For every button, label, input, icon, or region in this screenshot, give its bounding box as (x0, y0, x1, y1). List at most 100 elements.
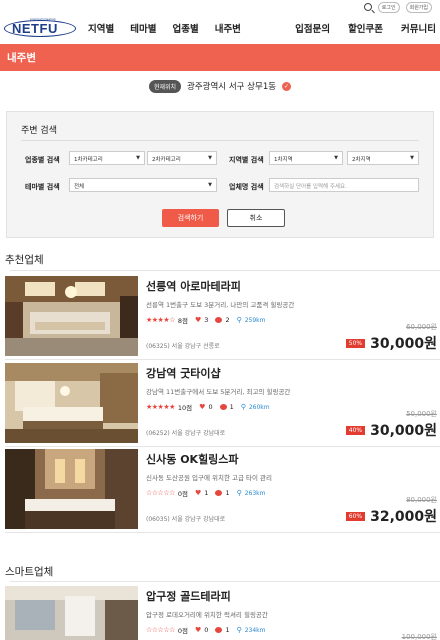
theme-value: 전체 (74, 184, 85, 190)
original-price: 100,000원 (401, 633, 437, 640)
nav-item-coupon[interactable]: 할인쿠폰 (348, 21, 383, 35)
chevron-down-icon: ▼ (208, 155, 212, 161)
comments-count: 2 (225, 316, 230, 324)
sale-price: 32,000원 (370, 509, 437, 525)
region-1-select[interactable]: 1차지역 ▼ (269, 151, 343, 165)
listing-name[interactable]: 신사동 OK힐링스파 (146, 451, 440, 467)
chevron-down-icon: ▼ (334, 155, 338, 161)
section-title: 스마트업체 (5, 566, 54, 578)
listing-info: 선릉역 아로마테라피 선릉역 1번출구 도보 3분거리, 나만의 고품격 힐링공… (146, 276, 440, 356)
likes-count: 0 (208, 403, 213, 411)
price-box: 40% 30,000원 (345, 420, 437, 440)
industry-cat1-select[interactable]: 1차카테고리 ▼ (69, 151, 145, 165)
listing-thumbnail (5, 449, 138, 529)
divider (10, 270, 440, 271)
recommended-section: 추천업체 (0, 252, 440, 267)
nav-item-region[interactable]: 지역별 (88, 21, 114, 35)
header: premium healing NETFU 지역별 테마별 업종별 내주변 입점… (0, 14, 440, 42)
nav-item-industry[interactable]: 업종별 (172, 21, 198, 35)
price-box: 60% 32,000원 (345, 506, 437, 526)
distance: 259km (244, 316, 266, 324)
industry-cat1-value: 1차카테고리 (74, 157, 103, 163)
distance: 234km (244, 626, 266, 634)
nav-item-community[interactable]: 커뮤니티 (401, 21, 436, 35)
theme-select[interactable]: 전체 ▼ (69, 178, 217, 192)
discount-badge: 60% (345, 511, 366, 521)
location-row: 현재위치 광주광역시 서구 상무1동 ✓ (0, 71, 440, 101)
rating-score: 10점 (177, 404, 193, 412)
location-pin-icon: ⚲ (236, 489, 242, 497)
login-link[interactable]: 로그인 (377, 1, 400, 13)
nav-item-theme[interactable]: 테마별 (130, 21, 156, 35)
relocate-icon[interactable]: ✓ (282, 81, 292, 91)
smart-section: 스마트업체 (0, 564, 440, 579)
name-search-input[interactable]: 검색하실 단어를 입력해 주세요. (269, 178, 419, 192)
chevron-down-icon: ▼ (136, 155, 140, 161)
listing-thumbnail (5, 586, 138, 640)
heart-icon: ♥ (195, 489, 202, 497)
divider (5, 359, 440, 360)
listing-meta: ☆☆☆☆☆ 0점 ♥ 0 1 ⚲ 234km (146, 625, 440, 635)
divider (5, 532, 440, 533)
list-item[interactable]: 선릉역 아로마테라피 선릉역 1번출구 도보 3분거리, 나만의 고품격 힐링공… (5, 276, 440, 356)
sale-price: 30,000원 (370, 336, 437, 352)
comment-icon (215, 317, 223, 323)
search-title: 주변 검색 (21, 126, 57, 136)
star-rating: ☆☆☆☆☆ (146, 489, 175, 497)
location-text: 광주광역시 서구 상무1동 (187, 82, 277, 92)
heart-icon: ♥ (195, 316, 202, 324)
region-2-value: 2차지역 (352, 157, 371, 163)
search-icon[interactable] (363, 3, 372, 11)
rating-score: 0점 (177, 627, 189, 635)
star-rating: ★★★★☆ (146, 316, 175, 324)
name-label: 업체명 검색 (229, 183, 264, 191)
listing-info: 압구정 골드테라피 압구정 로데오거리에 위치한 럭셔리 힐링공간 ☆☆☆☆☆ … (146, 586, 440, 640)
nav-item-nearby[interactable]: 내주변 (215, 21, 241, 35)
search-button[interactable]: 검색하기 (162, 209, 219, 227)
cancel-button[interactable]: 취소 (227, 209, 285, 227)
comment-icon (215, 490, 223, 496)
listing-address: (06252) 서울 강남구 강남대로 (146, 430, 226, 437)
listing-meta: ☆☆☆☆☆ 0점 ♥ 1 1 ⚲ 263km (146, 488, 440, 498)
list-item[interactable]: 강남역 굿타이샵 강남역 11번출구에서 도보 5분거리, 최고의 힐링공간 ★… (5, 363, 440, 443)
nav-item-inquiry[interactable]: 입점문의 (295, 21, 330, 35)
listing-address: (06035) 서울 강남구 강남대로 (146, 516, 226, 523)
chevron-down-icon: ▼ (208, 182, 212, 188)
rating-score: 8점 (177, 317, 189, 325)
list-item[interactable]: 압구정 골드테라피 압구정 로데오거리에 위치한 럭셔리 힐링공간 ☆☆☆☆☆ … (5, 586, 440, 640)
listing-info: 강남역 굿타이샵 강남역 11번출구에서 도보 5분거리, 최고의 힐링공간 ★… (146, 363, 440, 443)
distance: 260km (248, 403, 270, 411)
listing-desc: 신사동 도산공원 입구에 위치한 고급 타이 관리 (146, 474, 273, 482)
heart-icon: ♥ (195, 626, 202, 634)
heart-icon: ♥ (199, 403, 206, 411)
location-pin-icon: ⚲ (236, 316, 242, 324)
theme-label: 테마별 검색 (25, 183, 60, 191)
star-rating: ☆☆☆☆☆ (146, 626, 175, 634)
listing-info: 신사동 OK힐링스파 신사동 도산공원 입구에 위치한 고급 타이 관리 ☆☆☆… (146, 449, 440, 529)
listing-thumbnail (5, 363, 138, 443)
chevron-down-icon: ▼ (410, 155, 414, 161)
logo-text: NETFU (12, 21, 58, 36)
location-badge: 현재위치 (148, 79, 182, 93)
discount-badge: 40% (345, 425, 366, 435)
section-title: 추천업체 (5, 254, 44, 266)
distance: 263km (244, 489, 266, 497)
list-item[interactable]: 신사동 OK힐링스파 신사동 도산공원 입구에 위치한 고급 타이 관리 ☆☆☆… (5, 449, 440, 529)
region-label: 지역별 검색 (229, 156, 264, 164)
join-link[interactable]: 회원가입 (405, 1, 432, 13)
comments-count: 1 (225, 626, 230, 634)
industry-cat2-select[interactable]: 2차카테고리 ▼ (147, 151, 217, 165)
page-title: 내주변 (0, 44, 440, 71)
likes-count: 0 (204, 626, 209, 634)
listing-desc: 압구정 로데오거리에 위치한 럭셔리 힐링공간 (146, 611, 268, 619)
site-logo[interactable]: premium healing NETFU (4, 17, 76, 39)
original-price: 50,000원 (406, 410, 437, 418)
right-nav: 입점문의 할인쿠폰 커뮤니티 (295, 21, 440, 35)
listing-name[interactable]: 강남역 굿타이샵 (146, 365, 440, 381)
original-price: 60,000원 (406, 323, 437, 331)
location-pin-icon: ⚲ (236, 626, 242, 634)
listing-name[interactable]: 선릉역 아로마테라피 (146, 278, 440, 294)
sale-price: 30,000원 (370, 423, 437, 439)
region-2-select[interactable]: 2차지역 ▼ (347, 151, 419, 165)
listing-name[interactable]: 압구정 골드테라피 (146, 588, 440, 604)
